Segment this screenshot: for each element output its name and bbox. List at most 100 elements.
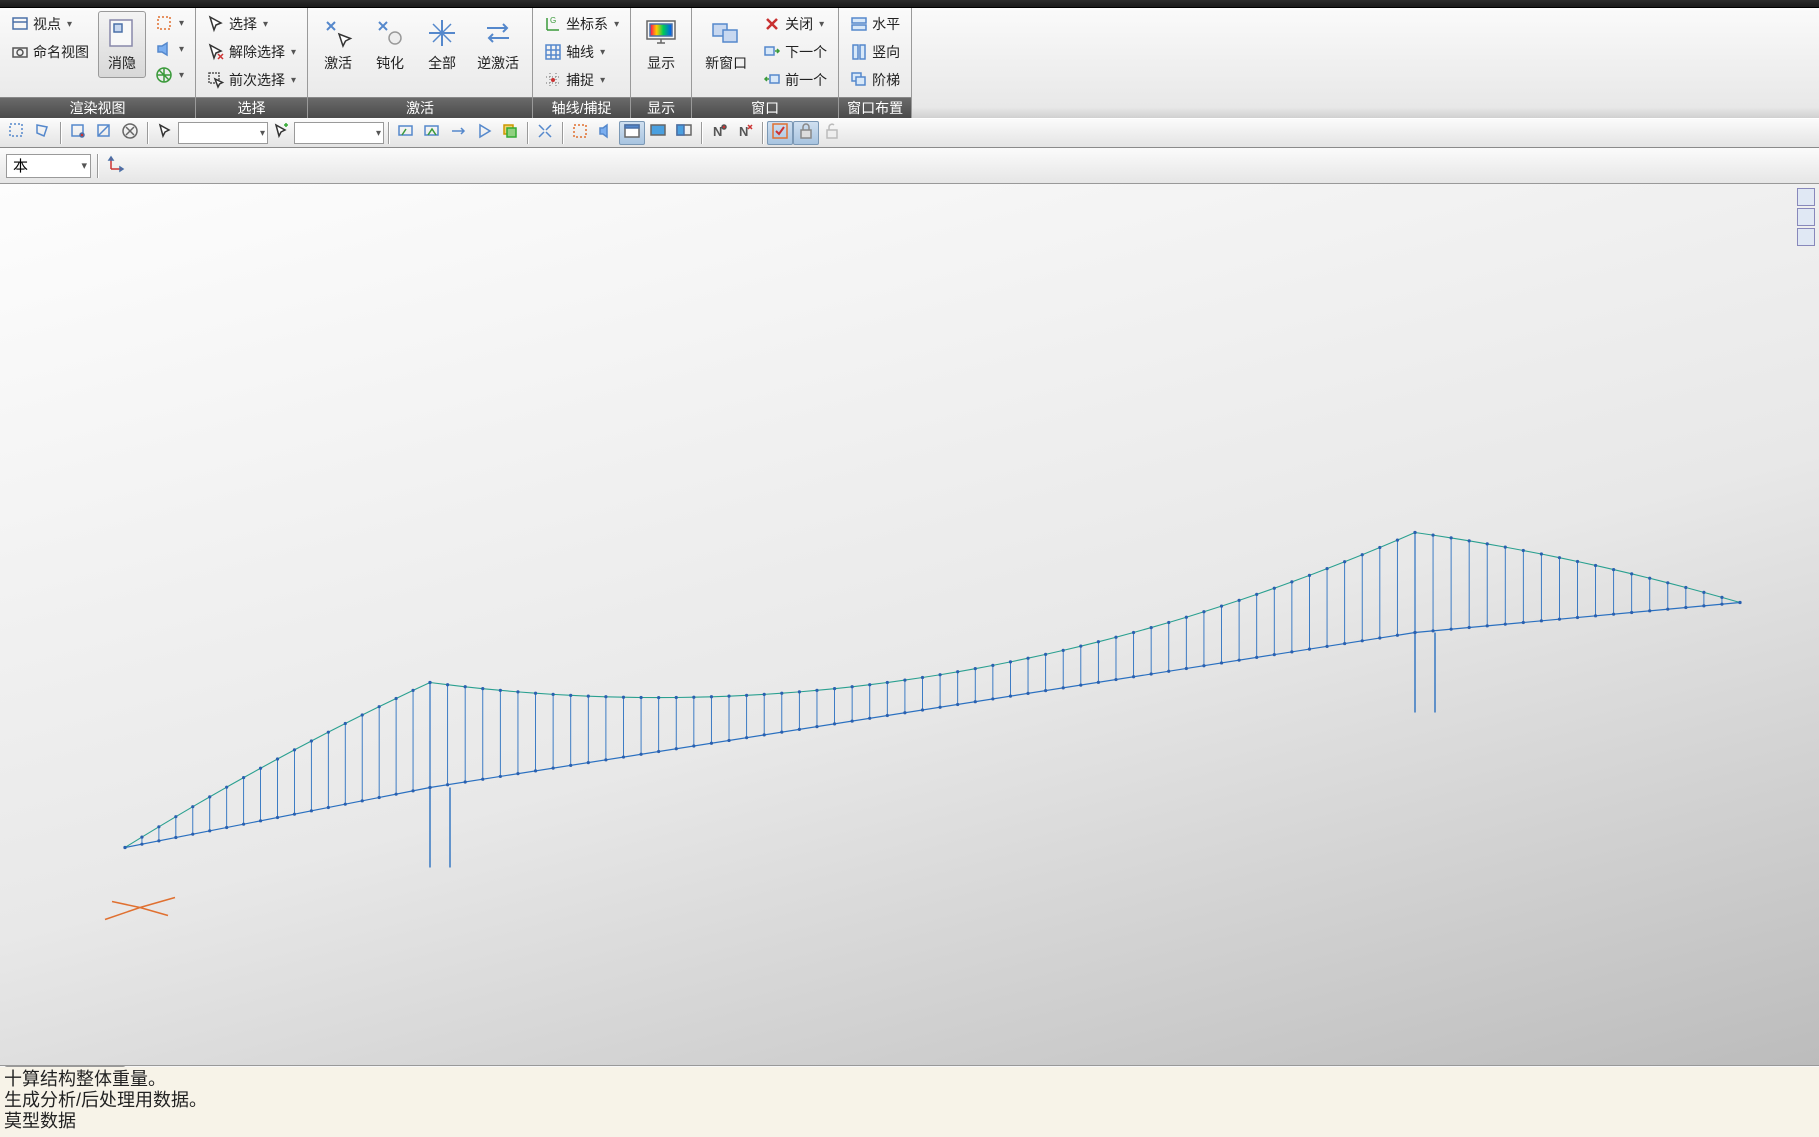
grid-icon xyxy=(544,43,562,61)
tb-btn-5[interactable] xyxy=(117,121,143,145)
tb-btn-8[interactable] xyxy=(393,121,419,145)
tb-dropdown-2[interactable] xyxy=(294,122,384,144)
poly-sel-icon xyxy=(34,122,52,145)
display-button[interactable]: 显示 xyxy=(637,11,685,78)
vc-1[interactable] xyxy=(1797,188,1815,206)
vertical-icon xyxy=(850,43,868,61)
cascade-button[interactable]: 阶梯 xyxy=(845,67,905,93)
snap-button[interactable]: 捕捉▾ xyxy=(539,67,624,93)
model-viewport[interactable] xyxy=(0,184,1819,1067)
separator xyxy=(388,122,389,144)
rect-sel-icon xyxy=(8,122,26,145)
hide-icon xyxy=(105,16,139,50)
tb-btn-17[interactable] xyxy=(645,121,671,145)
tb-dropdown-1[interactable] xyxy=(178,122,268,144)
monitor-icon xyxy=(644,16,678,50)
tb-btn-23[interactable] xyxy=(819,121,845,145)
vertical-label: 竖向 xyxy=(872,42,900,62)
tb-btn-18[interactable] xyxy=(671,121,697,145)
tb-btn-20[interactable]: N xyxy=(732,121,758,145)
tb-btn-7[interactable] xyxy=(268,121,294,145)
select-button[interactable]: 选择▾ xyxy=(202,11,301,37)
tb-btn-19[interactable]: N xyxy=(706,121,732,145)
tb-btn-2[interactable] xyxy=(30,121,56,145)
sub-btn[interactable] xyxy=(104,154,130,178)
prev-select-button[interactable]: 前次选择▾ xyxy=(202,67,301,93)
elem-icon xyxy=(95,122,113,145)
tb-btn-4[interactable] xyxy=(91,121,117,145)
separator xyxy=(147,122,148,144)
chevron-down-icon: ▾ xyxy=(67,19,72,30)
hide-button[interactable]: 消隐 xyxy=(98,11,146,78)
tb-btn-9[interactable] xyxy=(419,121,445,145)
vc-2[interactable] xyxy=(1797,208,1815,226)
close-window-button[interactable]: 关闭▾ xyxy=(758,11,832,37)
log-line-3: 莫型数据 xyxy=(4,1111,1815,1132)
tb-btn-11[interactable] xyxy=(471,121,497,145)
svg-text:G: G xyxy=(550,16,556,25)
next-label: 下一个 xyxy=(785,42,827,62)
tb-btn-22[interactable] xyxy=(793,121,819,145)
activate-all-button[interactable]: 全部 xyxy=(418,11,466,78)
vertical-button[interactable]: 竖向 xyxy=(845,39,905,65)
vc-3[interactable] xyxy=(1797,228,1815,246)
cascade-label: 阶梯 xyxy=(872,70,900,90)
group-window: 新窗口 关闭▾ 下一个 前一个 窗口 xyxy=(692,8,839,118)
svg-text:N: N xyxy=(739,124,748,139)
hide-label: 消隐 xyxy=(108,53,136,73)
tb-btn-21[interactable] xyxy=(767,121,793,145)
render-opt1-button[interactable]: ▾ xyxy=(150,11,189,35)
coord-label: 坐标系 xyxy=(566,14,608,34)
group-label-window: 窗口 xyxy=(692,97,838,118)
viewpoint-button[interactable]: 视点 ▾ xyxy=(6,11,94,37)
tb-btn-13[interactable] xyxy=(532,121,558,145)
separator xyxy=(527,122,528,144)
activate-button[interactable]: 激活 xyxy=(314,11,362,78)
render-opt2-button[interactable]: ▾ xyxy=(150,37,189,61)
group-render-view: 视点 ▾ 命名视图 消隐 ▾ ▾ ▾ 渲染视图 xyxy=(0,8,196,118)
group-display: 显示 显示 xyxy=(631,8,692,118)
separator xyxy=(97,154,98,178)
reverse-label: 逆激活 xyxy=(477,53,519,73)
window-a-icon xyxy=(623,122,641,145)
cursor-icon xyxy=(207,15,225,33)
play-icon xyxy=(475,122,493,145)
new-window-button[interactable]: 新窗口 xyxy=(698,11,754,78)
speaker-icon xyxy=(155,40,173,58)
circle-x-icon xyxy=(121,122,139,145)
svg-text:N: N xyxy=(713,124,722,139)
coord-button[interactable]: G坐标系▾ xyxy=(539,11,624,37)
reverse-activate-button[interactable]: 逆激活 xyxy=(470,11,526,78)
tb-btn-16[interactable] xyxy=(619,121,645,145)
box-icon xyxy=(155,14,173,32)
tb-btn-12[interactable] xyxy=(497,121,523,145)
bridge-model xyxy=(0,184,1819,1067)
view-cube[interactable] xyxy=(1797,188,1815,246)
tb-btn-15[interactable] xyxy=(593,121,619,145)
tb-btn-3[interactable] xyxy=(65,121,91,145)
tb-btn-10[interactable] xyxy=(445,121,471,145)
inactivate-icon xyxy=(373,16,407,50)
horizontal-button[interactable]: 水平 xyxy=(845,11,905,37)
deselect-button[interactable]: 解除选择▾ xyxy=(202,39,301,65)
activate-icon xyxy=(321,16,355,50)
grid-button[interactable]: 轴线▾ xyxy=(539,39,624,65)
tb-btn-6[interactable] xyxy=(152,121,178,145)
next-window-button[interactable]: 下一个 xyxy=(758,39,832,65)
named-view-button[interactable]: 命名视图 xyxy=(6,39,94,65)
sound-icon xyxy=(597,122,615,145)
message-log: 十算结构整体重量。 生成分析/后处理用数据。 莫型数据 xyxy=(0,1067,1819,1137)
render-opt3-button[interactable]: ▾ xyxy=(150,63,189,87)
display-label: 显示 xyxy=(647,53,675,73)
group-label-display: 显示 xyxy=(631,97,691,118)
prev-select-label: 前次选择 xyxy=(229,70,285,90)
prev-window-button[interactable]: 前一个 xyxy=(758,67,832,93)
tb-btn-14[interactable] xyxy=(567,121,593,145)
inactivate-button[interactable]: 钝化 xyxy=(366,11,414,78)
sub-dropdown[interactable]: 本 xyxy=(6,154,91,178)
group-label-activate: 激活 xyxy=(308,97,532,118)
new-window-label: 新窗口 xyxy=(705,53,747,73)
tb-btn-1[interactable] xyxy=(4,121,30,145)
axis-icon xyxy=(107,153,127,178)
close-label: 关闭 xyxy=(785,14,813,34)
